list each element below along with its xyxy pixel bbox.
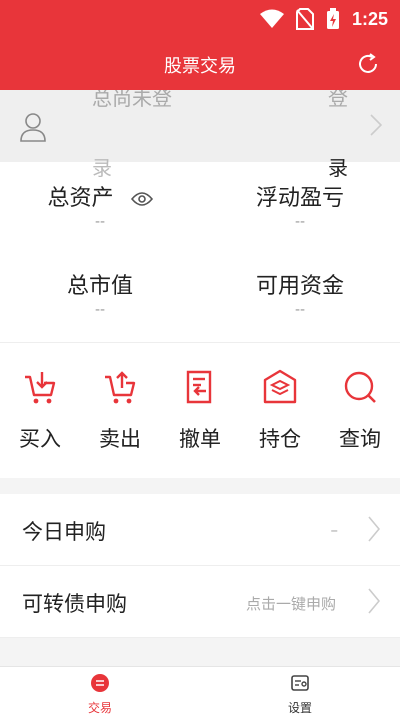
- total-assets-value: --: [94, 214, 106, 230]
- refresh-icon[interactable]: [356, 52, 380, 76]
- menu-item-detail: 点击一键申购: [245, 595, 336, 613]
- cancel-order-icon: [186, 370, 212, 404]
- login-ghost-text: 总尚未登: [92, 90, 172, 110]
- tab-bar: 交易 设置: [0, 666, 400, 720]
- floating-pl-label: 浮动盈亏: [255, 186, 344, 211]
- cancel-order-button[interactable]: 撤单: [160, 369, 240, 453]
- app-header: 股票交易: [0, 38, 400, 90]
- available-funds-value: --: [294, 302, 306, 318]
- user-icon: [20, 113, 46, 142]
- settings-icon: [291, 675, 309, 691]
- holdings-button[interactable]: 持仓: [240, 369, 320, 453]
- cart-buy-icon: [25, 372, 56, 404]
- sell-label: 卖出: [99, 427, 141, 451]
- available-funds: 可用资金 --: [200, 268, 400, 318]
- total-assets: 总资产 --: [0, 180, 200, 230]
- tab-label: 设置: [287, 701, 312, 715]
- tab-settings[interactable]: 设置: [200, 673, 400, 716]
- total-assets-label: 总资产: [47, 186, 114, 211]
- convertible-bond-item[interactable]: 可转债申购 点击一键申购: [0, 566, 400, 638]
- market-value-value: --: [94, 302, 106, 318]
- tab-trade[interactable]: 交易: [0, 673, 200, 716]
- no-sim-icon: [295, 8, 314, 30]
- page-title: 股票交易: [164, 56, 236, 77]
- status-time: 1:25: [351, 8, 388, 29]
- action-grid: 买入 卖出 撤单 持仓 查询: [0, 342, 400, 478]
- query-label: 查询: [339, 427, 381, 451]
- query-button[interactable]: 查询: [320, 369, 400, 453]
- subscription-menu: 今日申购 – 可转债申购 点击一键申购: [0, 494, 400, 638]
- chevron-right-icon: [368, 588, 380, 614]
- login-ghost-text: 录: [92, 156, 112, 180]
- search-icon: [344, 371, 376, 403]
- available-funds-label: 可用资金: [255, 274, 344, 299]
- holdings-label: 持仓: [259, 427, 301, 451]
- wifi-icon: [259, 9, 284, 28]
- cart-sell-icon: [105, 371, 136, 404]
- holdings-icon: [263, 369, 297, 404]
- floating-pl-value: --: [294, 214, 306, 230]
- menu-item-detail: –: [330, 521, 339, 539]
- status-bar: 1:25: [0, 0, 400, 38]
- battery-charging-icon: [326, 8, 339, 29]
- floating-pl: 浮动盈亏 --: [200, 180, 400, 230]
- menu-item-label: 今日申购: [22, 520, 106, 544]
- eye-icon[interactable]: [130, 191, 153, 207]
- market-value: 总市值 --: [0, 268, 200, 318]
- market-value-label: 总市值: [66, 274, 133, 299]
- sell-button[interactable]: 卖出: [80, 369, 160, 453]
- buy-button[interactable]: 买入: [0, 369, 80, 453]
- cancel-order-label: 撤单: [179, 427, 221, 451]
- assets-panel: 录 录 总资产 -- 浮动盈亏 -- 总市值 -- 可用资金 --: [0, 156, 400, 342]
- ipo-subscription-item[interactable]: 今日申购 –: [0, 494, 400, 566]
- trade-icon: [91, 674, 109, 692]
- chevron-right-icon: [368, 516, 380, 542]
- login-ghost-text: 录: [328, 156, 348, 180]
- login-ghost-text: 登: [328, 90, 348, 110]
- buy-label: 买入: [19, 427, 61, 451]
- divider: [0, 652, 400, 666]
- tab-label: 交易: [87, 701, 112, 715]
- chevron-right-icon: [370, 114, 382, 136]
- menu-item-label: 可转债申购: [22, 592, 127, 616]
